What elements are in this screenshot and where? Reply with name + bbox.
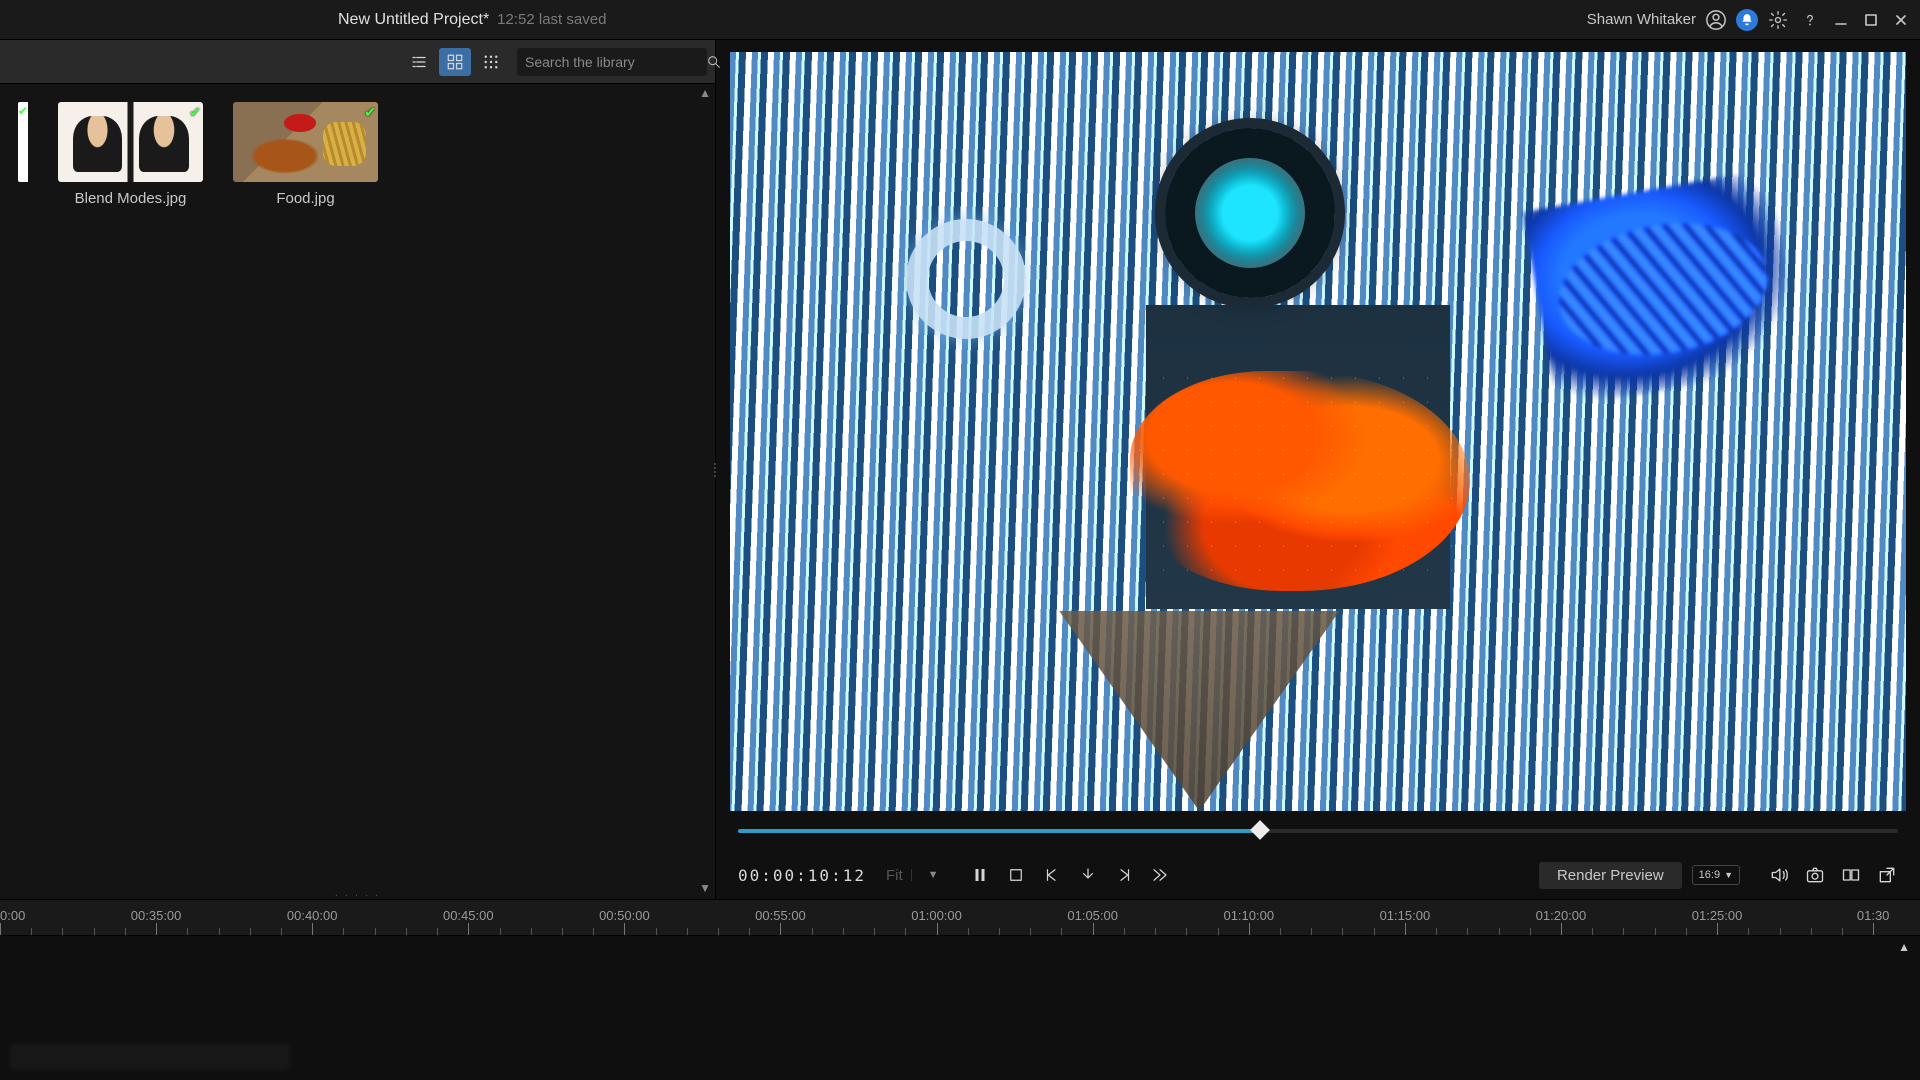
library-item[interactable]: ✔ Food.jpg bbox=[233, 102, 378, 207]
timeline-panel: 00:30:00 00:35:00 00:40:00 00:45:00 00:50:00… bbox=[0, 900, 1920, 1080]
search-icon[interactable] bbox=[706, 54, 722, 70]
dual-view-icon[interactable] bbox=[1840, 864, 1862, 886]
window-minimize-icon[interactable] bbox=[1830, 9, 1852, 31]
ruler-tick-label: 01:20:00 bbox=[1536, 908, 1587, 923]
ruler-tick-label: 01:10:00 bbox=[1223, 908, 1274, 923]
library-search[interactable] bbox=[517, 48, 707, 76]
render-preview-label: Render Preview bbox=[1557, 867, 1664, 884]
ruler-tick-label: 00:40:00 bbox=[287, 908, 338, 923]
preview-controls: 00:00:10:12 Fit ▼ Render Preview 16:9 ▼ bbox=[730, 851, 1906, 899]
check-icon: ✔ bbox=[364, 104, 376, 121]
ruler-tick-label: 01:15:00 bbox=[1380, 908, 1431, 923]
title-bar: New Untitled Project* 12:52 last saved S… bbox=[0, 0, 1920, 40]
view-grid-large-button[interactable] bbox=[439, 48, 471, 76]
scroll-down-icon[interactable]: ▼ bbox=[699, 881, 711, 895]
timecode-display[interactable]: 00:00:10:12 bbox=[738, 866, 866, 885]
timeline-track-placeholder bbox=[10, 1044, 290, 1070]
project-title: New Untitled Project* bbox=[338, 11, 489, 29]
library-panel: ▲ ✔ ✔ Blend Modes.jpg ✔ F bbox=[0, 40, 716, 899]
popout-icon[interactable] bbox=[1876, 864, 1898, 886]
last-saved-label: 12:52 last saved bbox=[497, 11, 606, 28]
scrub-playhead[interactable] bbox=[1250, 820, 1270, 840]
audio-icon[interactable] bbox=[1768, 864, 1790, 886]
snapshot-icon[interactable] bbox=[1804, 864, 1826, 886]
library-toolbar bbox=[0, 40, 715, 84]
library-content: ✔ ✔ Blend Modes.jpg ✔ Food.jpg bbox=[0, 84, 715, 899]
chevron-down-icon: ▼ bbox=[911, 869, 939, 881]
user-icon[interactable] bbox=[1704, 8, 1728, 32]
chevron-down-icon: ▼ bbox=[1724, 870, 1733, 880]
ruler-tick-label: 00:45:00 bbox=[443, 908, 494, 923]
main-area: ▲ ✔ ✔ Blend Modes.jpg ✔ F bbox=[0, 40, 1920, 900]
aspect-ratio-select[interactable]: 16:9 ▼ bbox=[1692, 865, 1740, 885]
window-maximize-icon[interactable] bbox=[1860, 9, 1882, 31]
prev-frame-button[interactable] bbox=[1041, 864, 1063, 886]
library-thumbnail[interactable]: ✔ bbox=[233, 102, 378, 182]
ruler-tick-label: 00:55:00 bbox=[755, 908, 806, 923]
view-grid-small-button[interactable] bbox=[475, 48, 507, 76]
zoom-select-label: Fit bbox=[886, 867, 903, 884]
panel-resize-handle[interactable] bbox=[711, 450, 719, 490]
library-item-label: Food.jpg bbox=[276, 190, 334, 207]
mark-in-button[interactable] bbox=[1077, 864, 1099, 886]
scrub-progress bbox=[738, 829, 1260, 833]
ruler-tick-label: 01:30 bbox=[1857, 908, 1890, 923]
notifications-icon[interactable] bbox=[1736, 9, 1758, 31]
pause-button[interactable] bbox=[969, 864, 991, 886]
ruler-tick-label: 00:50:00 bbox=[599, 908, 650, 923]
ruler-tick-label: 01:25:00 bbox=[1692, 908, 1743, 923]
ruler-tick-label: 00:35:00 bbox=[131, 908, 182, 923]
settings-icon[interactable] bbox=[1766, 8, 1790, 32]
stop-button[interactable] bbox=[1005, 864, 1027, 886]
user-name: Shawn Whitaker bbox=[1587, 11, 1696, 28]
ruler-tick-label: 00:30:00 bbox=[0, 908, 25, 923]
library-thumbnail[interactable]: ✔ bbox=[58, 102, 203, 182]
view-list-button[interactable] bbox=[403, 48, 435, 76]
timeline-ruler[interactable]: 00:30:00 00:35:00 00:40:00 00:45:00 00:50:00… bbox=[0, 900, 1920, 936]
timeline-playhead-icon[interactable]: ▲ bbox=[1898, 940, 1910, 954]
zoom-select[interactable]: Fit ▼ bbox=[886, 867, 939, 884]
check-icon: ✔ bbox=[189, 104, 201, 121]
preview-canvas[interactable] bbox=[730, 52, 1906, 811]
window-close-icon[interactable] bbox=[1890, 9, 1912, 31]
library-search-input[interactable] bbox=[525, 54, 706, 70]
preview-scrub-bar[interactable] bbox=[730, 811, 1906, 851]
help-icon[interactable] bbox=[1798, 8, 1822, 32]
check-icon: ✔ bbox=[18, 104, 28, 118]
render-preview-button[interactable]: Render Preview bbox=[1539, 862, 1682, 889]
ruler-tick-label: 01:05:00 bbox=[1067, 908, 1118, 923]
preview-panel: 00:00:10:12 Fit ▼ Render Preview 16:9 ▼ bbox=[716, 40, 1920, 899]
next-frame-button[interactable] bbox=[1113, 864, 1135, 886]
thumb-partial[interactable]: ✔ bbox=[18, 102, 28, 182]
aspect-ratio-label: 16:9 bbox=[1699, 869, 1720, 881]
ruler-tick-label: 01:00:00 bbox=[911, 908, 962, 923]
library-item[interactable]: ✔ Blend Modes.jpg bbox=[58, 102, 203, 207]
fast-forward-button[interactable] bbox=[1149, 864, 1171, 886]
library-item-label: Blend Modes.jpg bbox=[75, 190, 187, 207]
